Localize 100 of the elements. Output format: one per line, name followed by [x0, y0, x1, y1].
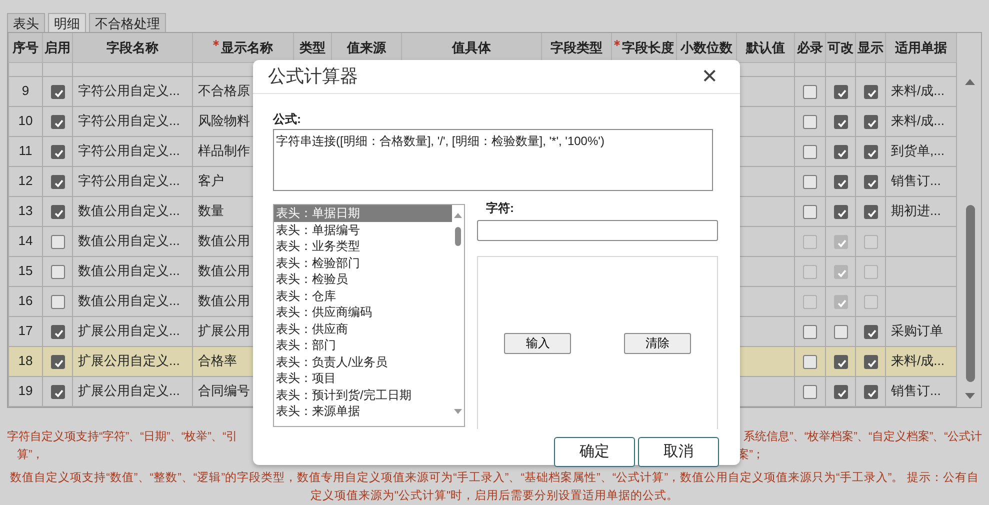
- row-number: 15: [8, 256, 42, 286]
- table-cell: 字符公用自定义...: [72, 166, 192, 196]
- checkbox[interactable]: [803, 174, 817, 189]
- scrollbar-thumb[interactable]: [966, 205, 975, 382]
- column-header: 显示名称: [192, 33, 294, 62]
- row-number: 11: [8, 136, 42, 166]
- scroll-up-icon[interactable]: [454, 213, 462, 218]
- column-header: 必录: [794, 33, 826, 62]
- panel-button[interactable]: 清除: [624, 332, 691, 354]
- column-header: 字段名称: [72, 33, 192, 62]
- close-button[interactable]: ✕: [701, 66, 718, 86]
- checkbox[interactable]: [803, 84, 817, 99]
- table-cell: 扩展公用自定义...: [72, 376, 192, 406]
- checkbox[interactable]: [50, 174, 64, 189]
- checkbox[interactable]: [834, 354, 848, 369]
- checkbox[interactable]: [803, 204, 817, 219]
- table-cell: 来料/成...: [886, 346, 956, 376]
- table-cell: 数值公用自定义...: [72, 226, 192, 256]
- checkbox[interactable]: [803, 384, 817, 399]
- checkbox[interactable]: [864, 204, 878, 219]
- char-input[interactable]: [477, 220, 718, 241]
- checkbox[interactable]: [864, 354, 878, 369]
- table-cell: 采购订单: [886, 316, 956, 346]
- scroll-up-icon[interactable]: [965, 79, 975, 85]
- list-item[interactable]: 表头：单据日期: [274, 205, 452, 222]
- note-text: 数值自定义项支持“数值”、“整数”、“逻辑”的字段类型，数值专用自定义项值来源可为“手工录入”、“基础档案属性”、“公式计算”，数值公用自定义项值来源只为“手工录入”。 提示：公有自: [10, 470, 979, 486]
- note-text: 定义项值来源为"公式计算"时，启用后需要分别设置适用单据的公式。: [310, 488, 679, 504]
- column-header: 适用单据: [886, 33, 956, 62]
- table-cell: 字符公用自定义...: [72, 136, 192, 166]
- dialog-button[interactable]: 取消: [638, 437, 719, 467]
- tab[interactable]: 明细: [48, 13, 86, 32]
- column-header: 值来源: [332, 33, 402, 62]
- checkbox[interactable]: [50, 264, 64, 279]
- list-item[interactable]: 表头：来源单据: [274, 403, 452, 420]
- column-header: 小数位数: [676, 33, 736, 62]
- table-cell: 数值公用自定义...: [72, 196, 192, 226]
- checkbox[interactable]: [50, 384, 64, 399]
- table-cell: 来料/成...: [886, 106, 956, 136]
- checkbox[interactable]: [834, 114, 848, 129]
- field-list[interactable]: 表头：单据日期 表头：单据编号 表头：业务类型 表头：检验部门 表头：检验员 表头：仓库 表头：供应商编码 表头：供应商 表头：部门 表头：负责人/业务员 表头：项目 表头：预计到货/完工日期 表头：来源单据: [273, 204, 465, 427]
- column-header: 值具体: [402, 33, 542, 62]
- dialog-button[interactable]: 确定: [554, 437, 635, 467]
- checkbox[interactable]: [864, 84, 878, 99]
- row-number: 12: [8, 166, 42, 196]
- note-text: 系统信息”、“枚举档案”、“自定义档案”、“公式计: [744, 429, 982, 444]
- checkbox[interactable]: [834, 324, 848, 339]
- note-text: 算”，: [17, 448, 44, 462]
- checkbox[interactable]: [864, 174, 878, 189]
- table-cell: 销售订...: [886, 166, 956, 196]
- table-cell: 期初进...: [886, 196, 956, 226]
- checkbox[interactable]: [803, 114, 817, 129]
- table-cell: 数值公用自定义...: [72, 256, 192, 286]
- row-number: 13: [8, 196, 42, 226]
- checkbox[interactable]: [50, 324, 64, 339]
- checkbox[interactable]: [834, 144, 848, 159]
- tab[interactable]: 表头: [7, 13, 45, 32]
- checkbox[interactable]: [803, 324, 817, 339]
- checkbox[interactable]: [834, 174, 848, 189]
- row-number: 9: [8, 76, 42, 106]
- column-header: 启用: [42, 33, 72, 62]
- checkbox[interactable]: [834, 384, 848, 399]
- row-number: 16: [8, 286, 42, 316]
- checkbox[interactable]: [50, 234, 64, 249]
- checkbox[interactable]: [834, 84, 848, 99]
- column-header: 显示: [856, 33, 886, 62]
- checkbox[interactable]: [50, 354, 64, 369]
- column-header: 字段类型: [542, 33, 612, 62]
- checkbox[interactable]: [50, 204, 64, 219]
- checkbox[interactable]: [803, 354, 817, 369]
- checkbox[interactable]: [864, 144, 878, 159]
- panel-button[interactable]: 输入: [504, 332, 572, 354]
- table-cell: 字符公用自定义...: [72, 106, 192, 136]
- formula-field[interactable]: 字符串连接([明细：合格数量], '/', [明细：检验数量], '*', '100%'): [273, 129, 713, 191]
- row-number: 19: [8, 376, 42, 406]
- char-label: 字符:: [486, 200, 515, 217]
- scrollbar-thumb[interactable]: [455, 227, 461, 246]
- checkbox[interactable]: [50, 144, 64, 159]
- checkbox[interactable]: [50, 114, 64, 129]
- tab[interactable]: 不合格处理: [89, 13, 166, 32]
- checkbox[interactable]: [864, 114, 878, 129]
- scroll-down-icon[interactable]: [454, 409, 462, 414]
- table-cell: 字符公用自定义...: [72, 76, 192, 106]
- checkbox[interactable]: [50, 84, 64, 99]
- checkbox[interactable]: [864, 384, 878, 399]
- column-header: 字段长度: [612, 33, 676, 62]
- table-cell: 到货单,...: [886, 136, 956, 166]
- scroll-down-icon[interactable]: [965, 393, 975, 399]
- checkbox[interactable]: [834, 204, 848, 219]
- row-number: 18: [8, 346, 42, 376]
- row-number: 14: [8, 226, 42, 256]
- table-cell: 销售订...: [886, 376, 956, 406]
- table-cell: 来料/成...: [886, 76, 956, 106]
- note-text: 字符自定义项支持“字符”、“日期”、“枚举”、“引: [7, 429, 238, 444]
- table-cell: 数值公用自定义...: [72, 286, 192, 316]
- checkbox[interactable]: [864, 324, 878, 339]
- row-number: 17: [8, 316, 42, 346]
- column-header: 类型: [294, 33, 332, 62]
- row-number: 10: [8, 106, 42, 136]
- checkbox[interactable]: [803, 144, 817, 159]
- checkbox[interactable]: [50, 294, 64, 309]
